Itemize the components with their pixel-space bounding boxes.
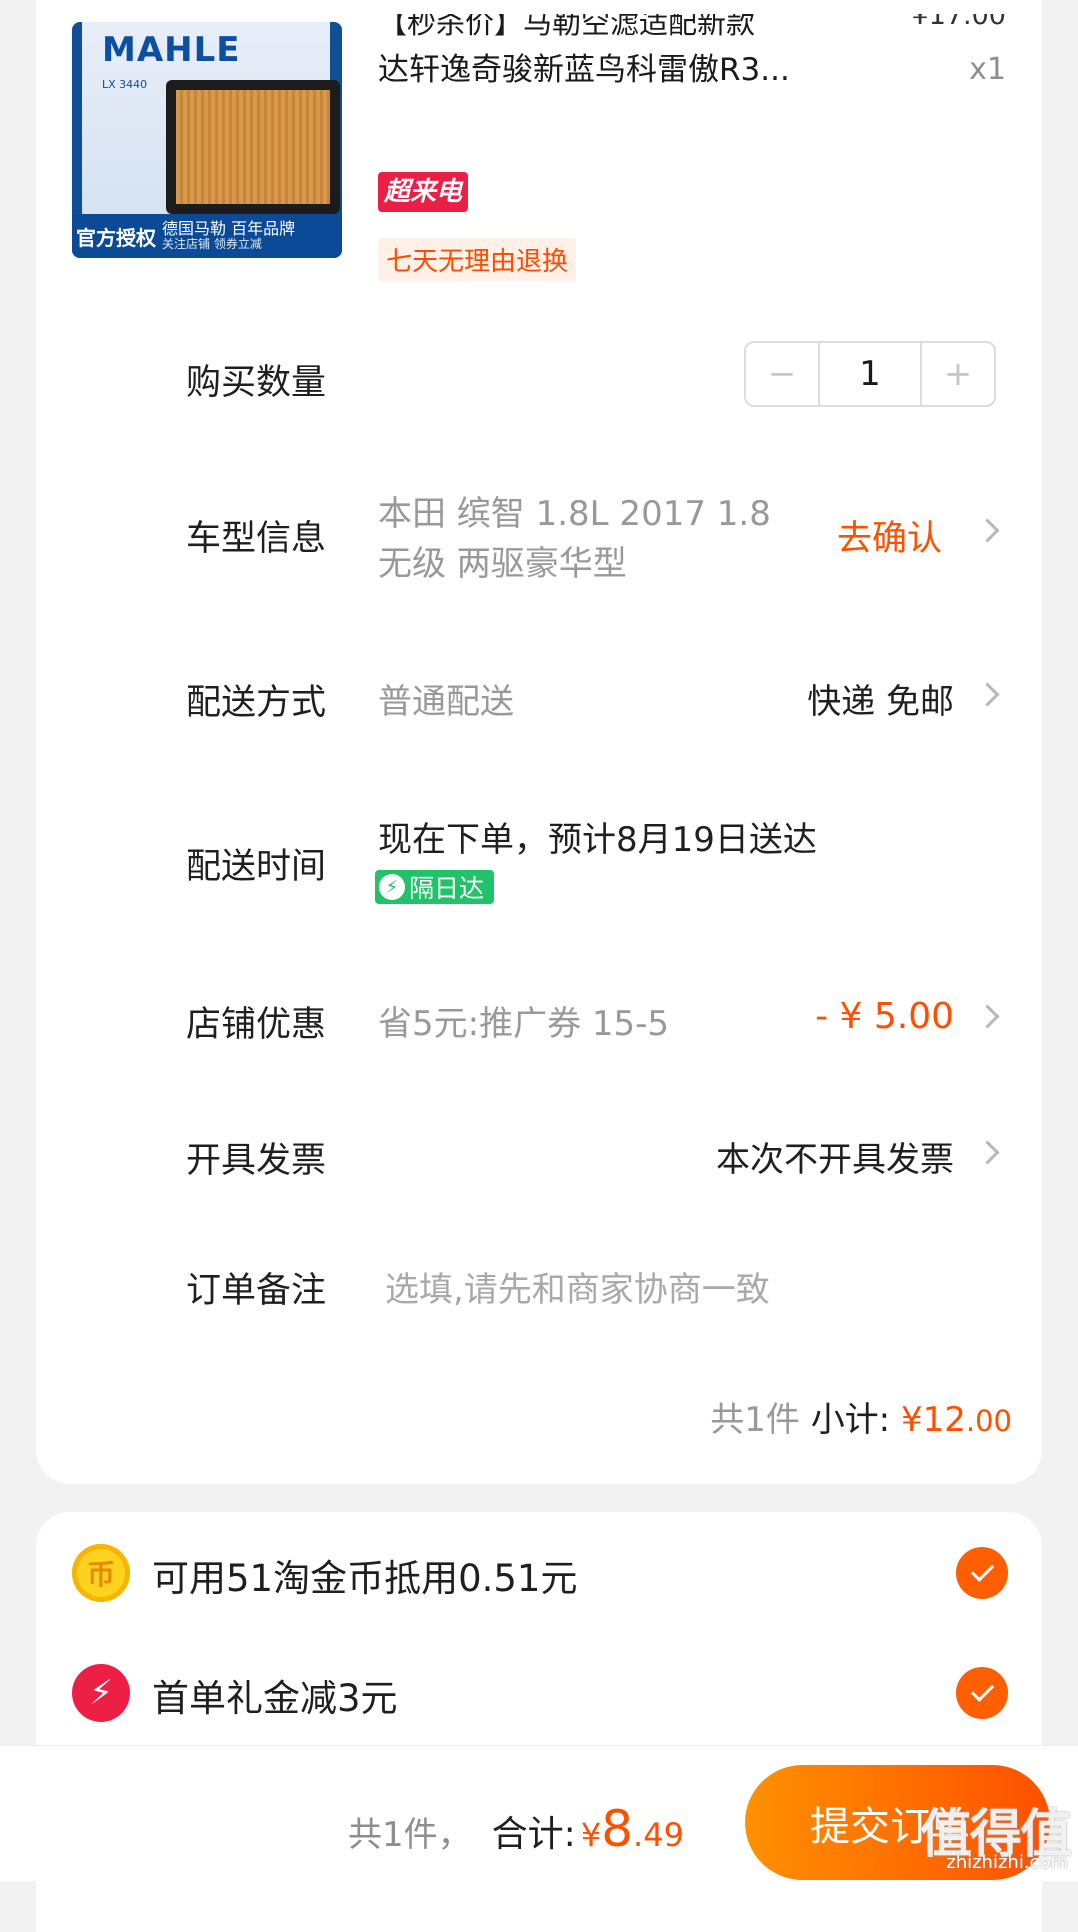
lightning-icon: ⚡: [379, 874, 405, 900]
product-title-line2[interactable]: 达轩逸奇骏新蓝鸟科雷傲R3...: [378, 44, 790, 89]
product-box-art: MAHLE LX 3440: [82, 22, 340, 217]
next-day-tag: ⚡ 隔日达: [375, 870, 495, 904]
vehicle-confirm-link[interactable]: 去确认: [837, 510, 942, 561]
invoice-value[interactable]: 本次不开具发票: [716, 1132, 954, 1181]
quantity-label: 购买数量: [186, 363, 327, 403]
return-policy-tag: 七天无理由退换: [378, 238, 577, 281]
first-order-gift-text: 首单礼金减3元: [152, 1677, 398, 1720]
store-discount-label: 店铺优惠: [186, 1005, 327, 1045]
store-discount-value[interactable]: - ¥ 5.00: [815, 996, 954, 1037]
vehicle-line1: 本田 缤智 1.8L 2017 1.8: [378, 494, 771, 534]
note-input[interactable]: 选填,请先和商家协商一致: [385, 1262, 770, 1311]
quantity-stepper: − 1 +: [744, 341, 996, 407]
product-image[interactable]: MAHLE LX 3440 官方授权 德国马勒 百年品牌 关注店铺 领券立减: [72, 22, 342, 258]
subtotal: 共1件 小计: ¥12.00: [710, 1400, 1012, 1440]
promo-badge: 超来电: [378, 172, 469, 212]
delivery-value[interactable]: 快递 免邮: [807, 674, 954, 723]
store-discount-desc: 省5元:推广券 15-5: [378, 1004, 670, 1044]
delivery-time-text: 现在下单，预计8月19日送达: [378, 820, 817, 860]
order-total: 共1件， 合计: ¥8.49: [348, 1800, 684, 1858]
lightning-icon: ⚡: [72, 1664, 130, 1722]
gift-checkbox[interactable]: [956, 1667, 1008, 1719]
increase-button[interactable]: +: [922, 343, 994, 405]
delivery-time-label: 配送时间: [186, 847, 327, 887]
product-quantity: x1: [969, 52, 1006, 87]
brand-logo: MAHLE: [102, 30, 241, 70]
vehicle-line2: 无级 两驱豪华型: [378, 544, 627, 584]
model-label: LX 3440: [102, 78, 148, 91]
note-label: 订单备注: [186, 1271, 327, 1311]
vehicle-label: 车型信息: [186, 519, 327, 559]
coin-deduction-text: 可用51淘金币抵用0.51元: [152, 1557, 578, 1600]
image-banner: 官方授权 德国马勒 百年品牌 关注店铺 领券立减: [72, 214, 342, 258]
taojinbi-coin-icon: 币: [72, 1544, 130, 1602]
delivery-method: 普通配送: [378, 682, 514, 722]
delivery-label: 配送方式: [186, 683, 327, 723]
watermark-url: zhizhizhi.com: [946, 1852, 1068, 1873]
coin-checkbox[interactable]: [956, 1547, 1008, 1599]
decrease-button[interactable]: −: [746, 343, 818, 405]
quantity-input[interactable]: 1: [818, 343, 922, 405]
air-filter-picture: [166, 80, 340, 214]
invoice-label: 开具发票: [186, 1141, 327, 1181]
